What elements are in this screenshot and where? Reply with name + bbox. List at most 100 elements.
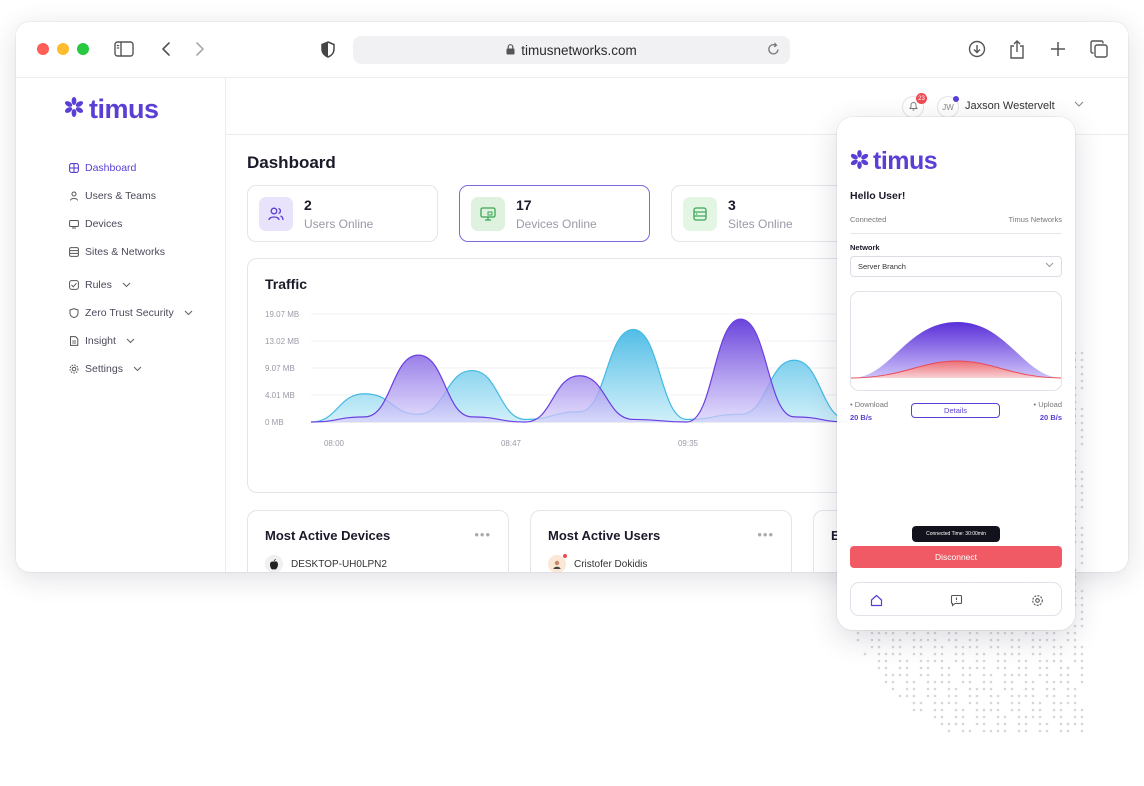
timus-logo-icon — [63, 96, 85, 123]
sidebar-item-sites-networks[interactable]: Sites & Networks — [69, 238, 219, 266]
globe-dot — [996, 715, 1000, 719]
globe-dot — [1038, 645, 1042, 649]
globe-dot — [1080, 477, 1084, 481]
sidebar-item-dashboard[interactable]: Dashboard — [69, 154, 219, 182]
status-dot — [563, 554, 567, 558]
globe-dot — [954, 722, 958, 726]
list-item[interactable]: Cristofer Dokidis — [548, 554, 647, 572]
globe-dot — [982, 715, 986, 719]
globe-dot — [912, 652, 916, 656]
reload-icon[interactable] — [767, 42, 780, 59]
globe-dot — [912, 687, 916, 691]
more-options-icon[interactable]: ••• — [474, 527, 491, 542]
globe-dot — [1024, 673, 1028, 677]
tab-overview-icon[interactable] — [1088, 38, 1110, 60]
globe-dot — [891, 652, 895, 656]
sidebar-item-zero-trust-security[interactable]: Zero Trust Security — [69, 299, 219, 327]
globe-dot — [877, 652, 881, 656]
sidebar-toggle-icon[interactable] — [113, 38, 135, 60]
globe-dot — [1003, 673, 1007, 677]
globe-dot — [1010, 687, 1014, 691]
shield-icon — [69, 308, 79, 318]
home-icon[interactable] — [868, 592, 884, 608]
sidebar-item-users-teams[interactable]: Users & Teams — [69, 182, 219, 210]
privacy-shield-icon[interactable] — [317, 38, 339, 60]
stat-card-devices-online[interactable]: 17 Devices Online — [459, 185, 650, 242]
globe-dot — [1080, 358, 1084, 362]
stat-value: 2 — [304, 197, 312, 213]
downloads-icon[interactable] — [966, 38, 988, 60]
avatar[interactable]: JW — [937, 96, 959, 118]
globe-dot — [877, 631, 881, 635]
chevron-down-icon — [122, 280, 131, 290]
globe-dot — [1073, 715, 1077, 719]
globe-dot — [1080, 421, 1084, 425]
globe-dot — [989, 701, 993, 705]
globe-dot — [884, 666, 888, 670]
globe-dot — [1066, 687, 1070, 691]
globe-dot — [1073, 638, 1077, 642]
globe-dot — [975, 687, 979, 691]
globe-dot — [1059, 645, 1063, 649]
more-options-icon[interactable]: ••• — [757, 527, 774, 542]
chevron-down-icon[interactable] — [1074, 99, 1084, 110]
notification-count-badge: 23 — [916, 93, 927, 104]
chevron-down-icon — [1045, 261, 1054, 270]
user-name[interactable]: Jaxson Westervelt — [965, 100, 1055, 112]
globe-dot — [933, 708, 937, 712]
globe-dot — [1052, 680, 1056, 684]
card-title: Most Active Devices — [265, 528, 391, 543]
details-button[interactable]: Details — [911, 403, 1000, 418]
sidebar-item-devices[interactable]: Devices — [69, 210, 219, 238]
sidebar-item-insight[interactable]: Insight — [69, 327, 219, 355]
globe-dot — [1080, 379, 1084, 383]
support-icon[interactable] — [948, 592, 964, 608]
close-window-button[interactable] — [37, 43, 49, 55]
share-icon[interactable] — [1006, 38, 1028, 60]
globe-dot — [933, 694, 937, 698]
globe-dot — [1024, 715, 1028, 719]
monitor-icon — [471, 197, 505, 231]
globe-dot — [870, 631, 874, 635]
globe-dot — [1052, 708, 1056, 712]
globe-dot — [982, 666, 986, 670]
new-tab-icon[interactable] — [1047, 38, 1069, 60]
timus-logo[interactable]: timus — [63, 94, 159, 125]
disconnect-button[interactable]: Disconnect — [850, 546, 1062, 568]
minimize-window-button[interactable] — [57, 43, 69, 55]
sidebar-item-settings[interactable]: Settings — [69, 355, 219, 383]
globe-dot — [905, 659, 909, 663]
list-item[interactable]: DESKTOP-UH0LPN2 — [265, 555, 387, 572]
greeting: Hello User! — [850, 190, 906, 202]
globe-dot — [1080, 372, 1084, 376]
globe-dot — [1073, 694, 1077, 698]
address-bar[interactable]: timusnetworks.com — [353, 36, 790, 64]
globe-dot — [1031, 680, 1035, 684]
globe-dot — [982, 680, 986, 684]
globe-dot — [1066, 673, 1070, 677]
network-select[interactable]: Server Branch — [850, 256, 1062, 277]
lock-icon — [506, 43, 515, 58]
globe-dot — [947, 631, 951, 635]
globe-dot — [1031, 708, 1035, 712]
globe-dot — [926, 638, 930, 642]
globe-dot — [1045, 687, 1049, 691]
globe-dot — [1045, 631, 1049, 635]
globe-dot — [1059, 715, 1063, 719]
globe-dot — [1066, 722, 1070, 726]
globe-dot — [1080, 666, 1084, 670]
stat-card-sites-online[interactable]: 3 Sites Online — [671, 185, 862, 242]
sidebar-item-rules[interactable]: Rules — [69, 271, 219, 299]
settings-icon[interactable] — [1029, 592, 1045, 608]
back-icon[interactable] — [155, 38, 177, 60]
globe-dot — [1080, 414, 1084, 418]
globe-dot — [996, 729, 1000, 733]
forward-icon[interactable] — [189, 38, 211, 60]
globe-dot — [1031, 694, 1035, 698]
stat-card-users-online[interactable]: 2 Users Online — [247, 185, 438, 242]
globe-dot — [1080, 554, 1084, 558]
globe-dot — [1052, 638, 1056, 642]
zoom-window-button[interactable] — [77, 43, 89, 55]
notifications-button[interactable]: 23 — [902, 93, 927, 118]
globe-dot — [1038, 722, 1042, 726]
